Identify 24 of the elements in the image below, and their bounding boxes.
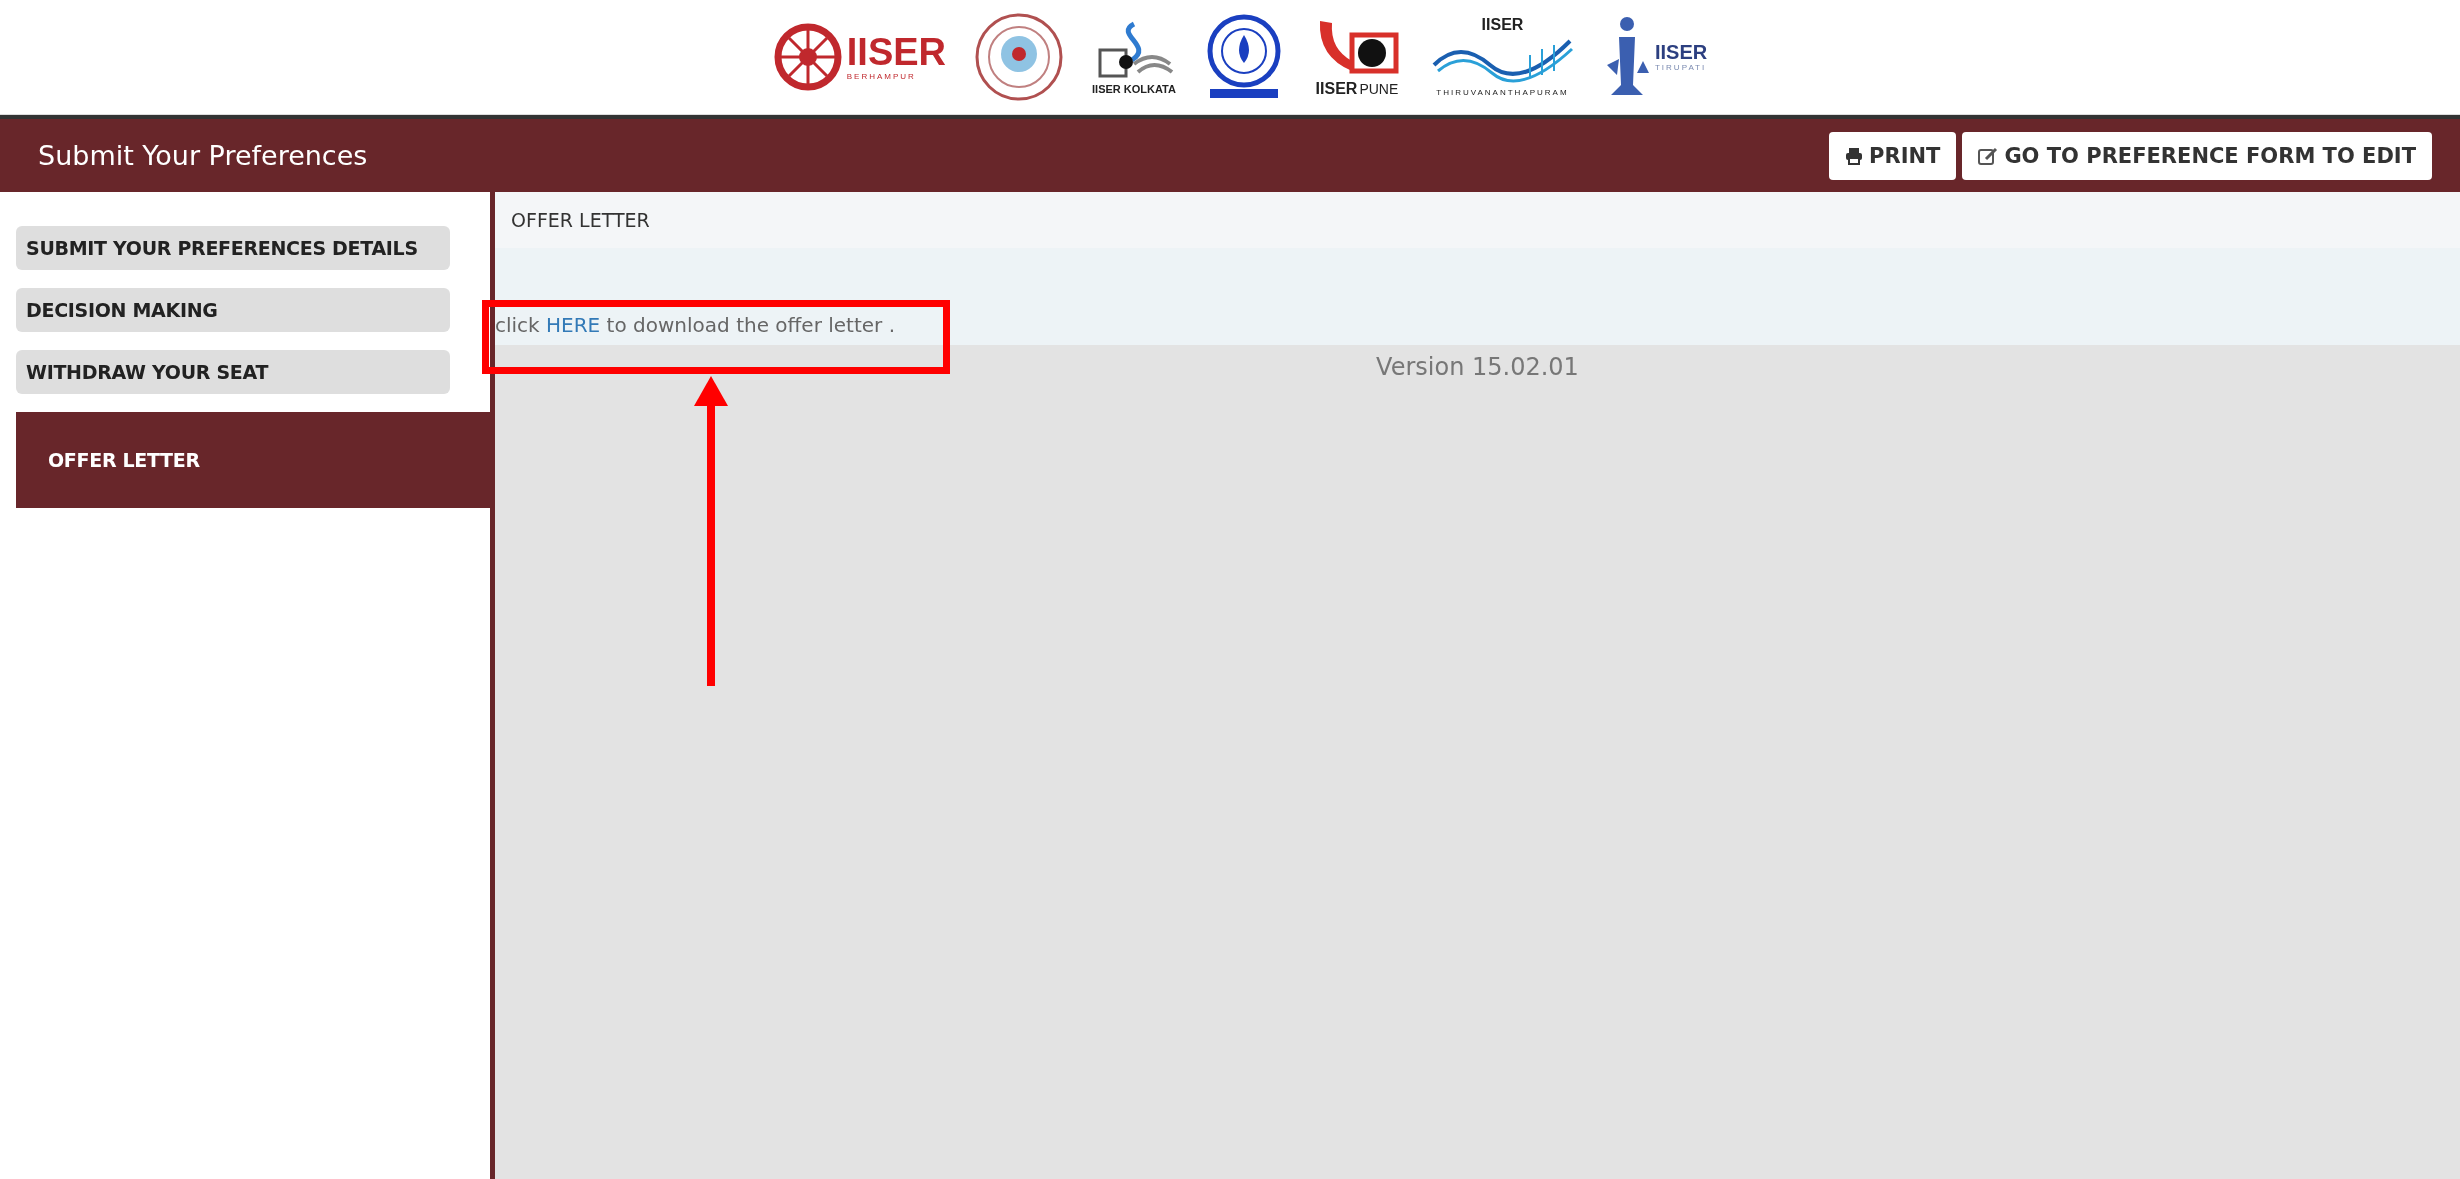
page-title: Submit Your Preferences (38, 140, 368, 171)
logo-text: IISER (1315, 81, 1358, 97)
download-link[interactable]: HERE (546, 313, 601, 337)
sidebar-item[interactable]: SUBMIT YOUR PREFERENCES DETAILS (16, 226, 450, 270)
logo-text: IISER (846, 33, 947, 71)
print-button[interactable]: PRINT (1829, 131, 1957, 180)
logo-text: BERHAMPUR (846, 73, 916, 81)
logo-text: IISER (1654, 42, 1708, 62)
logo-text: PUNE (1359, 82, 1399, 96)
seal-icon (974, 12, 1065, 102)
sidebar-item[interactable]: DECISION MAKING (16, 288, 450, 332)
edit-icon (1978, 146, 1999, 165)
logo-text: IISER KOLKATA (1092, 83, 1176, 95)
sidebar-item[interactable]: OFFER LETTER (16, 412, 490, 508)
logo-text: TIRUPATI (1654, 64, 1707, 72)
sidebar-item[interactable]: WITHDRAW YOUR SEAT (16, 350, 450, 394)
printer-icon (1845, 146, 1864, 165)
download-message: click HERE to download the offer letter . (495, 313, 895, 337)
logo-text: THIRUVANANTHAPURAM (1436, 89, 1569, 97)
wheel-icon (772, 22, 843, 92)
panel-header: OFFER LETTER (495, 192, 2460, 248)
edit-form-button[interactable]: GO TO PREFERENCE FORM TO EDIT (1962, 131, 2432, 180)
logo-text: IISER (1481, 17, 1524, 33)
version-text: Version 15.02.01 (1376, 352, 1579, 381)
